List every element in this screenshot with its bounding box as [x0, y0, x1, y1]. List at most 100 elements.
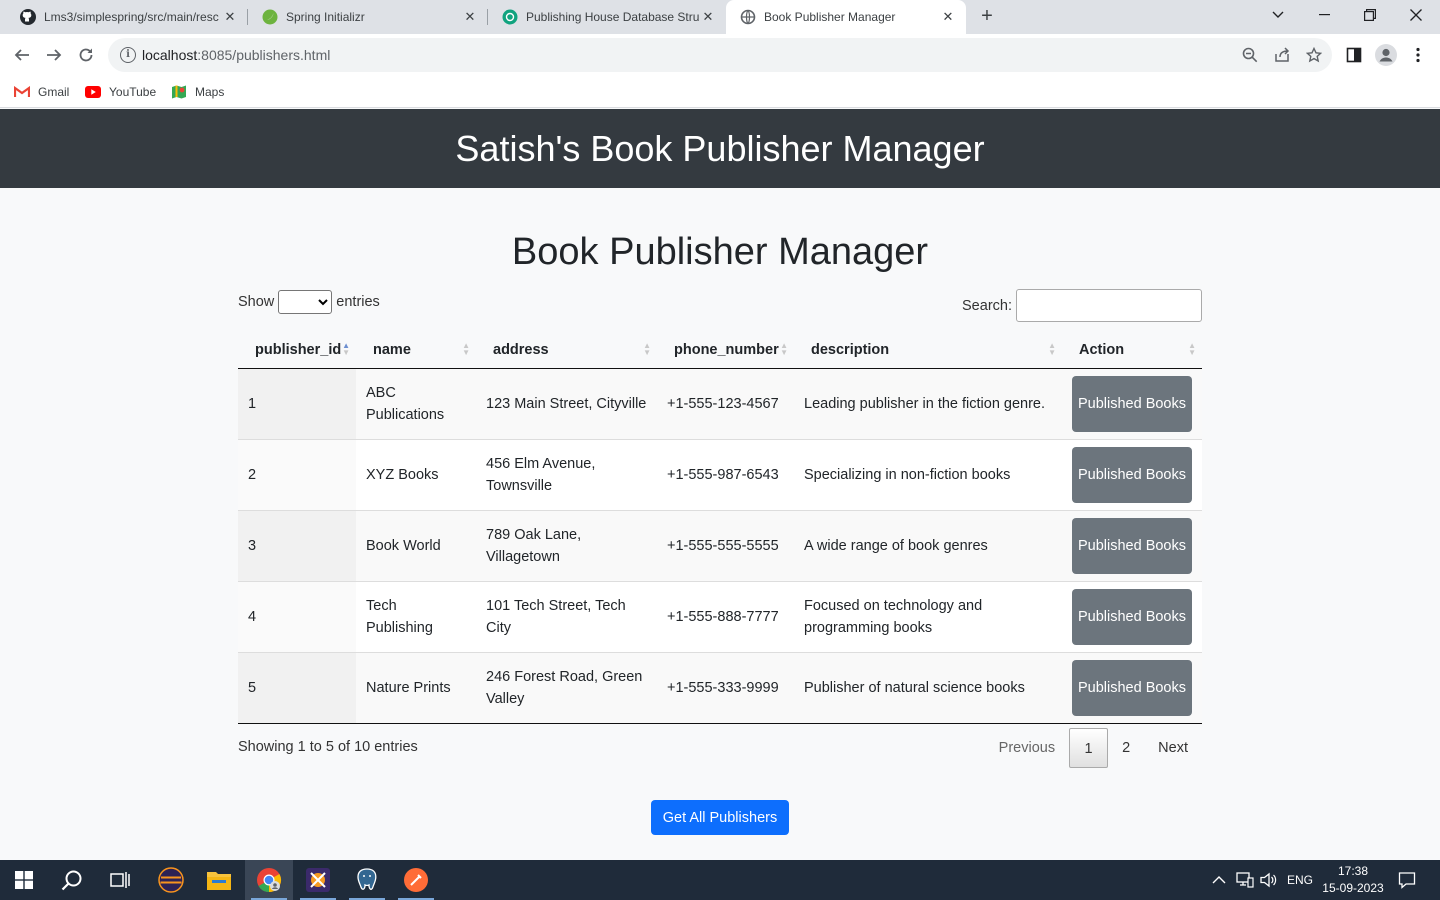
postman-icon[interactable]	[392, 860, 440, 900]
bookmarks-bar: Gmail YouTube Maps	[0, 76, 1440, 108]
task-view-icon[interactable]	[96, 860, 144, 900]
language-indicator[interactable]: ENG	[1287, 860, 1313, 900]
site-info-icon[interactable]: i	[120, 47, 136, 63]
cell-description: A wide range of book genres	[794, 509, 1062, 581]
back-arrow-icon[interactable]	[10, 43, 34, 67]
globe-icon	[740, 9, 756, 25]
pagination-page-2[interactable]: 2	[1108, 728, 1144, 768]
network-icon[interactable]	[1236, 860, 1254, 900]
sort-icon: ▲ ▼	[643, 341, 651, 357]
file-explorer-icon[interactable]	[195, 860, 243, 900]
column-header-name[interactable]: name ▲ ▼	[356, 333, 476, 369]
close-icon[interactable]: ✕	[462, 9, 478, 25]
gmail-icon	[14, 84, 30, 100]
published-books-button[interactable]: Published Books	[1072, 375, 1192, 432]
tab-label: Spring Initializr	[286, 10, 365, 24]
search-icon[interactable]	[48, 860, 96, 900]
bookmark-star-icon[interactable]	[1302, 43, 1326, 67]
browser-toolbar: i localhost:8085/publishers.html	[0, 34, 1440, 76]
published-books-button[interactable]: Published Books	[1072, 517, 1192, 574]
youtube-icon	[85, 84, 101, 100]
close-icon[interactable]: ✕	[222, 9, 238, 25]
pagination-next[interactable]: Next	[1144, 728, 1202, 768]
profile-avatar-icon[interactable]	[1374, 43, 1398, 67]
volume-icon[interactable]	[1260, 860, 1278, 900]
table-footer: Showing 1 to 5 of 10 entries Previous 1 …	[238, 727, 1202, 769]
bookmark-gmail[interactable]: Gmail	[14, 82, 69, 102]
table-controls: Show entries Search:	[238, 289, 1202, 333]
site-header: Satish's Book Publisher Manager	[0, 109, 1440, 188]
maps-icon	[171, 84, 187, 100]
eclipse-icon[interactable]	[147, 860, 195, 900]
column-header-label: address	[493, 342, 549, 359]
notifications-icon[interactable]	[1398, 860, 1416, 900]
window-close-icon[interactable]	[1393, 0, 1439, 30]
column-header-label: name	[373, 342, 411, 359]
published-books-button[interactable]: Published Books	[1072, 659, 1192, 716]
cell-phone-number: +1-555-888-7777	[657, 580, 794, 652]
github-icon	[20, 9, 36, 25]
reload-icon[interactable]	[74, 43, 98, 67]
column-header-action[interactable]: Action ▲ ▼	[1062, 333, 1202, 369]
page-title: Book Publisher Manager	[511, 231, 929, 273]
close-icon[interactable]: ✕	[940, 9, 956, 25]
published-books-button[interactable]: Published Books	[1072, 588, 1192, 645]
app-icon[interactable]	[294, 860, 342, 900]
search-label: Search:	[962, 297, 1012, 314]
cell-address: 101 Tech Street, Tech City	[476, 580, 657, 652]
cell-phone-number: +1-555-333-9999	[657, 651, 794, 724]
cell-address: 456 Elm Avenue, Townsville	[476, 438, 657, 510]
get-all-publishers-button[interactable]: Get All Publishers	[651, 800, 789, 835]
bookmark-youtube[interactable]: YouTube	[85, 82, 156, 102]
tab-label: Publishing House Database Struc	[526, 10, 700, 24]
browser-tab-strip: Lms3/simplespring/src/main/resc ✕ Spring…	[0, 0, 1440, 34]
zoom-icon[interactable]	[1238, 43, 1262, 67]
postgresql-icon[interactable]	[343, 860, 391, 900]
column-header-label: phone_number	[674, 342, 779, 359]
side-panel-icon[interactable]	[1342, 43, 1366, 67]
column-header-phone-number[interactable]: phone_number ▲ ▼	[657, 333, 794, 369]
cell-publisher-id: 5	[238, 651, 356, 724]
sort-icon: ▲ ▼	[780, 341, 788, 357]
tab-publishing-house[interactable]: Publishing House Database Struc ✕	[488, 0, 726, 34]
share-icon[interactable]	[1270, 43, 1294, 67]
url-host: localhost	[142, 47, 198, 63]
column-header-publisher-id[interactable]: publisher_id ▲ ▼	[238, 333, 356, 369]
pagination-page-1[interactable]: 1	[1069, 728, 1109, 768]
restore-icon[interactable]	[1347, 0, 1393, 30]
tab-label: Book Publisher Manager	[764, 10, 896, 24]
entries-length-select[interactable]	[278, 290, 333, 314]
tab-search-icon[interactable]	[1255, 0, 1301, 30]
published-books-button[interactable]: Published Books	[1072, 446, 1192, 503]
cell-action: Published Books	[1062, 580, 1202, 652]
windows-start-icon[interactable]	[0, 860, 48, 900]
cell-name: Book World	[356, 509, 476, 581]
close-icon[interactable]: ✕	[700, 9, 716, 25]
address-bar[interactable]: i localhost:8085/publishers.html	[108, 38, 1332, 72]
cell-address: 246 Forest Road, Green Valley	[476, 651, 657, 724]
sort-icon: ▲ ▼	[1188, 341, 1196, 357]
bookmark-maps[interactable]: Maps	[171, 82, 224, 102]
cell-description: Focused on technology and programming bo…	[794, 580, 1062, 652]
url-text: localhost:8085/publishers.html	[142, 47, 330, 63]
cell-address: 789 Oak Lane, Villagetown	[476, 509, 657, 581]
column-header-address[interactable]: address ▲ ▼	[476, 333, 657, 369]
cell-action: Published Books	[1062, 509, 1202, 581]
taskbar-clock[interactable]: 17:38 15-09-2023	[1318, 863, 1388, 897]
tab-book-publisher-manager[interactable]: Book Publisher Manager ✕	[726, 0, 966, 34]
pagination-previous[interactable]: Previous	[985, 728, 1069, 768]
tab-spring-initializr[interactable]: Spring Initializr ✕	[248, 0, 488, 34]
table-row: 5 Nature Prints 246 Forest Road, Green V…	[238, 651, 1202, 724]
cell-description: Leading publisher in the fiction genre.	[794, 368, 1062, 439]
new-tab-icon[interactable]: +	[976, 5, 998, 27]
search-input[interactable]	[1016, 289, 1202, 322]
chrome-icon[interactable]	[245, 860, 293, 900]
page-content: Satish's Book Publisher Manager Book Pub…	[0, 109, 1440, 860]
column-header-description[interactable]: description ▲ ▼	[794, 333, 1062, 369]
minimize-icon[interactable]	[1301, 0, 1347, 30]
menu-kebab-icon[interactable]	[1406, 43, 1430, 67]
show-hidden-icons-icon[interactable]	[1212, 860, 1226, 900]
forward-arrow-icon[interactable]	[42, 43, 66, 67]
tab-github[interactable]: Lms3/simplespring/src/main/resc ✕	[6, 0, 248, 34]
cell-publisher-id: 4	[238, 580, 356, 652]
